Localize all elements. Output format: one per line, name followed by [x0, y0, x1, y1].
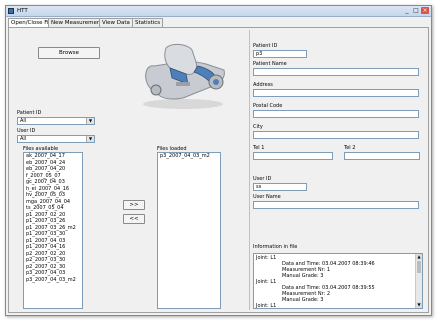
scroll-thumb[interactable] — [417, 261, 421, 273]
close-button[interactable]: × — [421, 7, 429, 14]
postal-code-label: Postal Code — [253, 103, 283, 109]
city-field[interactable] — [253, 131, 419, 139]
address-field[interactable] — [253, 89, 419, 97]
app-icon — [8, 8, 14, 14]
information-textbox[interactable]: Joint: L1 Data and Time: 03.04.2007 08:39… — [253, 253, 423, 309]
move-left-button[interactable]: << — [123, 214, 145, 224]
info-scrollbar[interactable]: ▲ ▼ — [415, 254, 422, 308]
patient-id-field[interactable]: p3 — [253, 50, 307, 58]
patient-details-pane: Patient ID p3 Patient Name Address Posta… — [249, 30, 425, 310]
tel1-label: Tel 1 — [253, 145, 265, 151]
files-available-list[interactable]: ak_2007_04_17 eb_2007_04_24 eb_2007_04_20 f… — [23, 152, 83, 309]
available-file-item[interactable]: p3_2007_04_03_m2 — [24, 277, 82, 284]
tel1-field[interactable] — [253, 152, 333, 160]
move-right-button[interactable]: >> — [123, 200, 145, 210]
information-label: Information in file — [253, 244, 298, 250]
device-image — [143, 43, 225, 109]
patient-id-label: Patient ID — [253, 43, 278, 49]
tel2-label: Tel 2 — [344, 145, 356, 151]
tel2-field[interactable] — [344, 152, 420, 160]
scroll-down-icon[interactable]: ▼ — [416, 302, 422, 308]
patient-name-field[interactable] — [253, 68, 419, 76]
title-bar: HTT _ □ × — [6, 6, 431, 17]
chevron-down-icon[interactable]: ▼ — [86, 136, 94, 142]
files-loaded-list[interactable]: p3_2007_04_03_m2 — [157, 152, 221, 309]
postal-code-field[interactable] — [253, 110, 419, 118]
patient-name-label: Patient Name — [253, 61, 287, 67]
user-name-field[interactable] — [253, 201, 419, 209]
tab-view-data[interactable]: View Data — [99, 18, 133, 27]
tab-panel: Browse Patient ID All ▼ User ID All ▼ Fi… — [8, 27, 429, 313]
address-label: Address — [253, 82, 273, 88]
user-id-dropdown[interactable]: All ▼ — [17, 135, 95, 143]
loaded-file-item[interactable]: p3_2007_04_03_m2 — [158, 153, 220, 160]
scroll-up-icon[interactable]: ▲ — [416, 254, 422, 260]
user-id-label: User ID — [17, 128, 36, 134]
tab-new-measurement[interactable]: New Measurement — [48, 18, 106, 27]
user-id-dropdown-value: All — [20, 136, 27, 142]
browse-button[interactable]: Browse — [38, 47, 100, 59]
user-name-label: User Name — [253, 194, 281, 200]
chevron-down-icon[interactable]: ▼ — [86, 118, 94, 124]
patient-id-dropdown-value: All — [20, 118, 27, 124]
patient-id-dropdown[interactable]: All ▼ — [17, 117, 95, 125]
file-selection-pane: Browse Patient ID All ▼ User ID All ▼ Fi… — [11, 30, 243, 310]
maximize-button[interactable]: □ — [412, 7, 420, 14]
patient-id-label: Patient ID — [17, 110, 42, 116]
minimize-button[interactable]: _ — [403, 7, 411, 14]
tab-statistics[interactable]: Statistics — [132, 18, 164, 27]
user-id-label: User ID — [253, 176, 272, 182]
user-id-field[interactable]: ss — [253, 183, 307, 191]
city-label: City — [253, 124, 263, 130]
window-title: HTT — [17, 8, 28, 14]
app-window: HTT _ □ × Open/Close File New Measuremen… — [5, 5, 432, 316]
